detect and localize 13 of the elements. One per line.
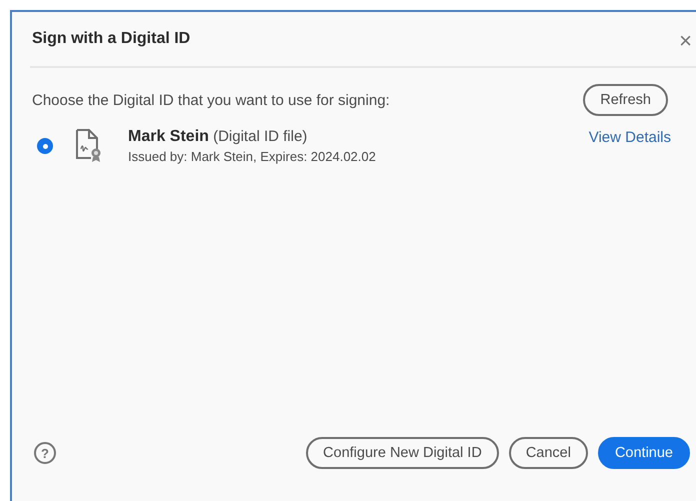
digital-id-name: Mark Stein (Digital ID file) (128, 128, 308, 146)
help-button[interactable]: ? (34, 442, 56, 464)
dialog-title: Sign with a Digital ID (32, 30, 190, 48)
instruction-text: Choose the Digital ID that you want to use for signing: (32, 92, 390, 108)
secondary-button[interactable]: Configure New Digital ID (306, 437, 499, 469)
continue-button[interactable]: Continue (598, 437, 690, 469)
close-button[interactable]: × (675, 28, 696, 54)
view-details-link[interactable]: View Details (588, 129, 671, 146)
refresh-button[interactable]: Refresh (583, 84, 668, 116)
digital-id-details: Issued by: Mark Stein, Expires: 2024.02.02 (128, 149, 377, 164)
secondary-button[interactable]: Cancel (508, 437, 588, 469)
certificate-document-icon (75, 128, 103, 162)
radio-button[interactable] (37, 138, 53, 154)
